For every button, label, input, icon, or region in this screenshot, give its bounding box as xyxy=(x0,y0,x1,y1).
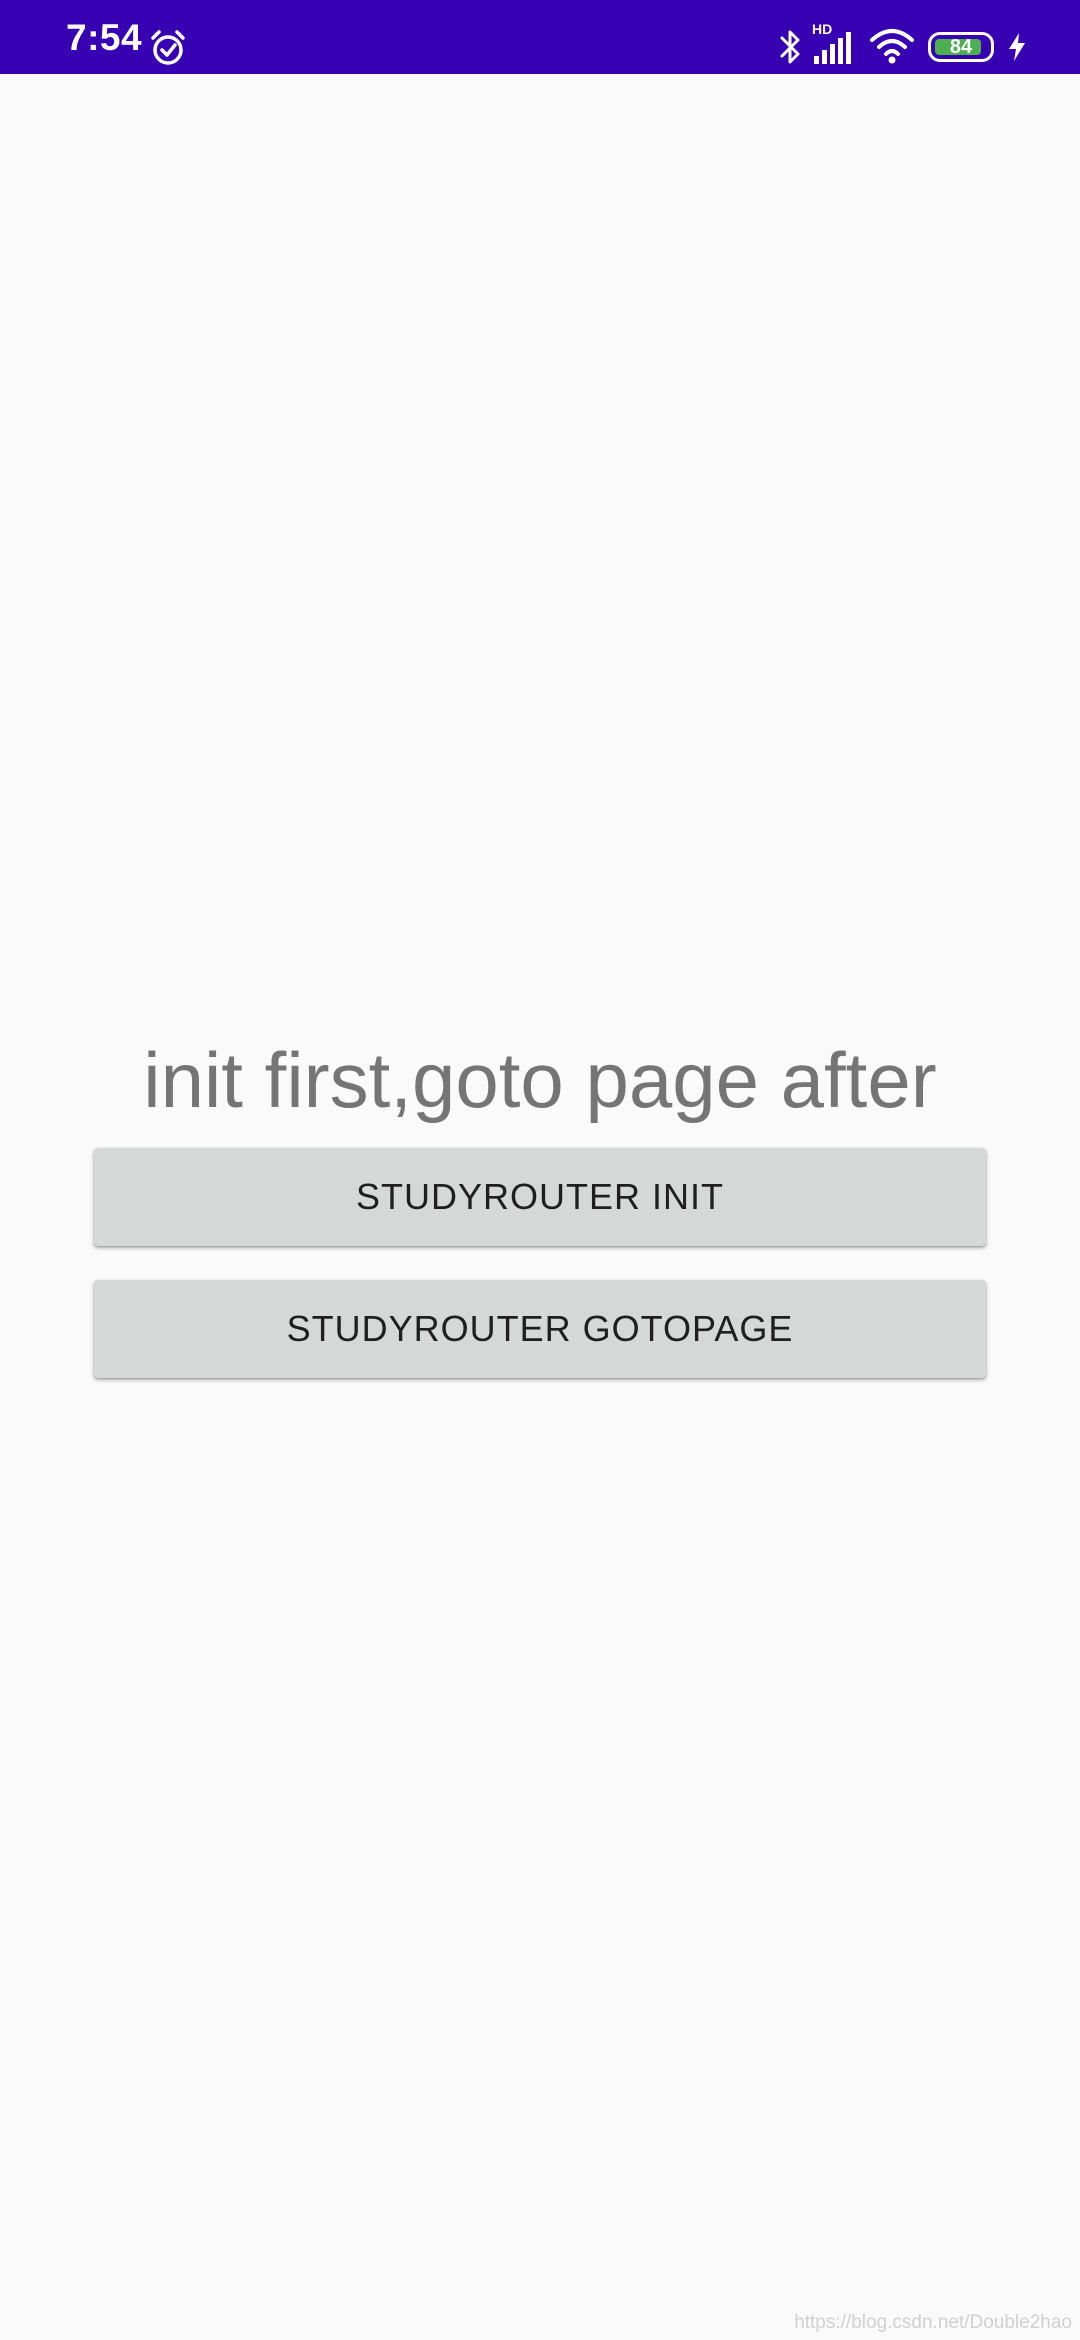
wifi-icon xyxy=(870,29,914,64)
app-screen: 7:54 HD 84 init first,goto page after ST… xyxy=(0,0,1080,2340)
studyrouter-init-button[interactable]: STUDYROUTER INIT xyxy=(94,1148,986,1246)
status-bar: 7:54 HD 84 xyxy=(0,0,1080,74)
watermark: https://blog.csdn.net/Double2hao xyxy=(794,2312,1072,2333)
bluetooth-icon xyxy=(780,30,800,64)
charging-bolt-icon xyxy=(1009,33,1025,61)
battery-level: 84 xyxy=(949,36,973,58)
battery-icon: 84 xyxy=(928,32,994,62)
instruction-text: init first,goto page after xyxy=(143,1036,937,1124)
status-time: 7:54 xyxy=(66,17,143,58)
alarm-icon xyxy=(151,30,185,65)
signal-icon: HD xyxy=(812,22,858,64)
studyrouter-gotopage-button[interactable]: STUDYROUTER GOTOPAGE xyxy=(94,1280,986,1378)
